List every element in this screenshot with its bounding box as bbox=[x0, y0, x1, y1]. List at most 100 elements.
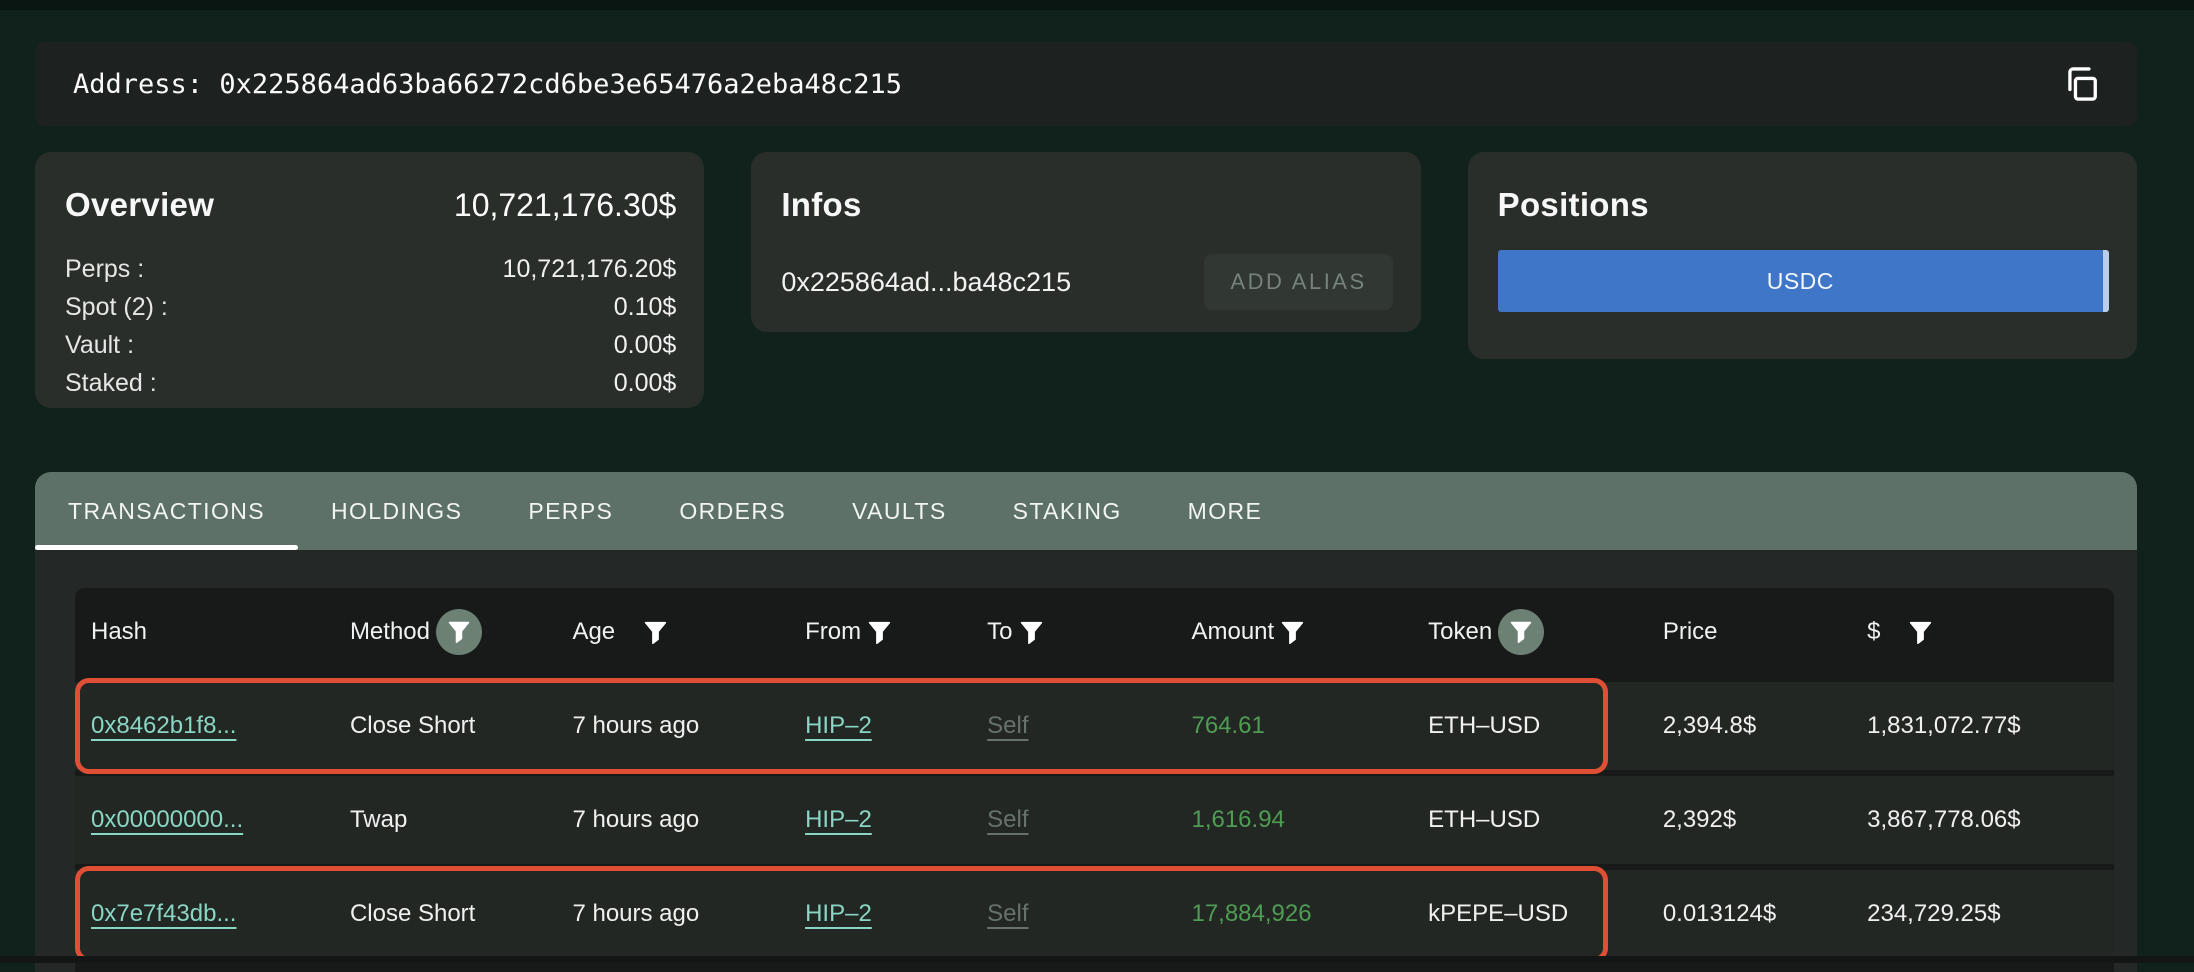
tx-method: Close Short bbox=[350, 712, 573, 740]
tx-token: kPEPE–USD bbox=[1428, 900, 1663, 928]
column-label-hash: Hash bbox=[91, 618, 147, 646]
tx-hash-link[interactable]: 0x00000000... bbox=[91, 806, 350, 834]
window-top-strip bbox=[0, 0, 2194, 10]
positions-segment-usdc[interactable]: USDC bbox=[1498, 250, 2103, 312]
tx-from-link[interactable]: HIP–2 bbox=[805, 900, 987, 928]
positions-segment-end bbox=[2103, 250, 2109, 312]
tx-to-link[interactable]: Self bbox=[987, 806, 1191, 834]
column-header-price: Price bbox=[1663, 618, 1867, 646]
address-label: Address: 0x225864ad63ba66272cd6be3e65476… bbox=[73, 69, 902, 100]
tx-from-link[interactable]: HIP–2 bbox=[805, 806, 987, 834]
overview-breakdown: Perps : 10,721,176.20$ Spot (2) : 0.10$ … bbox=[65, 250, 676, 402]
tx-token: ETH–USD bbox=[1428, 712, 1663, 740]
tx-usd-value: 3,867,778.06$ bbox=[1867, 806, 2114, 834]
tx-price: 2,394.8$ bbox=[1663, 712, 1867, 740]
column-label-method: Method bbox=[350, 618, 430, 646]
filter-icon-method[interactable] bbox=[436, 609, 482, 655]
tab-vaults[interactable]: VAULTS bbox=[819, 472, 979, 550]
filter-icon-from[interactable] bbox=[867, 619, 892, 646]
tx-from-link[interactable]: HIP–2 bbox=[805, 712, 987, 740]
filter-icon-token[interactable] bbox=[1498, 609, 1544, 655]
page-content: Address: 0x225864ad63ba66272cd6be3e65476… bbox=[35, 42, 2137, 972]
address-prefix: Address: bbox=[73, 69, 219, 100]
column-header-amount: Amount bbox=[1191, 618, 1428, 646]
tab-label: STAKING bbox=[1013, 498, 1122, 525]
tx-usd-value: 234,729.25$ bbox=[1867, 900, 2114, 928]
filter-icon-usd[interactable] bbox=[1908, 619, 1933, 646]
copy-address-button[interactable] bbox=[2059, 62, 2103, 106]
vault-value: 0.00$ bbox=[614, 326, 677, 364]
tab-perps[interactable]: PERPS bbox=[495, 472, 646, 550]
tab-label: MORE bbox=[1188, 498, 1263, 525]
staked-value: 0.00$ bbox=[614, 364, 677, 402]
tab-holdings[interactable]: HOLDINGS bbox=[298, 472, 495, 550]
overview-row-spot: Spot (2) : 0.10$ bbox=[65, 288, 676, 326]
tx-token: ETH–USD bbox=[1428, 806, 1663, 834]
overview-title: Overview bbox=[65, 186, 214, 224]
tx-age: 7 hours ago bbox=[572, 806, 805, 834]
table-row: 0x7e7f43db... Close Short 7 hours ago HI… bbox=[75, 870, 2114, 958]
table-header-row: Hash Method Age From bbox=[75, 588, 2114, 676]
tx-to-link[interactable]: Self bbox=[987, 712, 1191, 740]
tx-to-link[interactable]: Self bbox=[987, 900, 1191, 928]
filter-icon-to[interactable] bbox=[1019, 619, 1044, 646]
column-label-to: To bbox=[987, 618, 1012, 646]
tab-label: PERPS bbox=[528, 498, 613, 525]
tx-usd-value: 1,831,072.77$ bbox=[1867, 712, 2114, 740]
overview-card: Overview 10,721,176.30$ Perps : 10,721,1… bbox=[35, 152, 704, 408]
tx-amount: 764.61 bbox=[1191, 712, 1428, 740]
explorer-section: TRANSACTIONS HOLDINGS PERPS ORDERS VAULT… bbox=[35, 472, 2137, 972]
copy-icon bbox=[2062, 65, 2100, 103]
filter-icon-amount[interactable] bbox=[1280, 619, 1305, 646]
perps-value: 10,721,176.20$ bbox=[503, 250, 677, 288]
tx-price: 2,392$ bbox=[1663, 806, 1867, 834]
tx-amount: 17,884,926 bbox=[1191, 900, 1428, 928]
positions-card: Positions USDC bbox=[1468, 152, 2137, 359]
tab-transactions[interactable]: TRANSACTIONS bbox=[35, 472, 298, 550]
positions-allocation-bar: USDC bbox=[1498, 250, 2109, 312]
tx-amount: 1,616.94 bbox=[1191, 806, 1428, 834]
overview-row-vault: Vault : 0.00$ bbox=[65, 326, 676, 364]
active-tab-underline bbox=[35, 545, 298, 550]
tab-orders[interactable]: ORDERS bbox=[646, 472, 819, 550]
column-header-hash: Hash bbox=[91, 618, 350, 646]
summary-cards: Overview 10,721,176.30$ Perps : 10,721,1… bbox=[35, 152, 2137, 408]
spot-value: 0.10$ bbox=[614, 288, 677, 326]
tab-staking[interactable]: STAKING bbox=[980, 472, 1155, 550]
column-header-age: Age bbox=[572, 618, 805, 646]
tab-label: TRANSACTIONS bbox=[68, 498, 265, 525]
column-header-token: Token bbox=[1428, 609, 1663, 655]
address-value: 0x225864ad63ba66272cd6be3e65476a2eba48c2… bbox=[219, 69, 902, 100]
tx-age: 7 hours ago bbox=[572, 900, 805, 928]
column-label-token: Token bbox=[1428, 618, 1492, 646]
column-header-method: Method bbox=[350, 609, 573, 655]
overview-row-staked: Staked : 0.00$ bbox=[65, 364, 676, 402]
perps-label: Perps : bbox=[65, 250, 144, 288]
transactions-table: Hash Method Age From bbox=[75, 588, 2114, 972]
column-label-amount: Amount bbox=[1191, 618, 1274, 646]
tx-method: Twap bbox=[350, 806, 573, 834]
column-header-from: From bbox=[805, 618, 987, 646]
infos-card: Infos 0x225864ad...ba48c215 ADD ALIAS bbox=[751, 152, 1420, 332]
tab-more[interactable]: MORE bbox=[1155, 472, 1296, 550]
column-label-price: Price bbox=[1663, 618, 1718, 646]
add-alias-button[interactable]: ADD ALIAS bbox=[1204, 254, 1392, 310]
short-address: 0x225864ad...ba48c215 bbox=[781, 267, 1071, 298]
tx-hash-link[interactable]: 0x7e7f43db... bbox=[91, 900, 350, 928]
column-label-age: Age bbox=[572, 618, 615, 646]
vault-label: Vault : bbox=[65, 326, 134, 364]
tx-price: 0.013124$ bbox=[1663, 900, 1867, 928]
tx-hash-link[interactable]: 0x8462b1f8... bbox=[91, 712, 350, 740]
filter-icon-age[interactable] bbox=[643, 619, 668, 646]
tab-label: HOLDINGS bbox=[331, 498, 462, 525]
overview-total-value: 10,721,176.30$ bbox=[454, 187, 676, 224]
address-bar: Address: 0x225864ad63ba66272cd6be3e65476… bbox=[35, 42, 2137, 126]
positions-title: Positions bbox=[1498, 186, 1649, 224]
overview-row-perps: Perps : 10,721,176.20$ bbox=[65, 250, 676, 288]
infos-title: Infos bbox=[781, 186, 861, 224]
table-row: 0x8462b1f8... Close Short 7 hours ago HI… bbox=[75, 682, 2114, 770]
staked-label: Staked : bbox=[65, 364, 157, 402]
tab-label: VAULTS bbox=[852, 498, 946, 525]
tx-method: Close Short bbox=[350, 900, 573, 928]
column-label-usd: $ bbox=[1867, 618, 1880, 646]
